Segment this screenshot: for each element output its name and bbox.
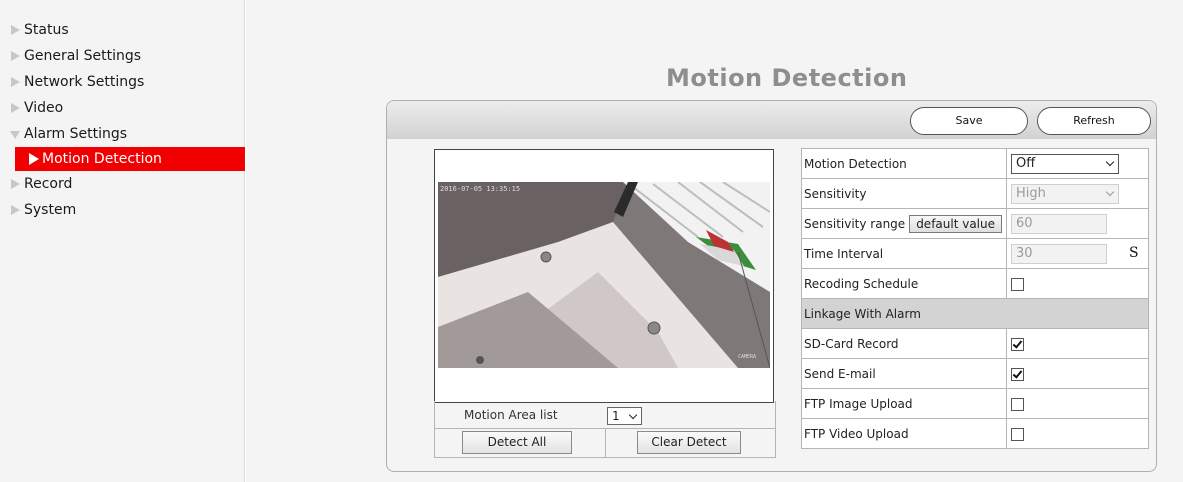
detect-all-button[interactable]: Detect All — [462, 431, 572, 454]
time-interval-unit: S — [1129, 244, 1139, 261]
table-row: Motion Detection Off — [801, 148, 1149, 179]
chevron-down-icon — [1105, 157, 1115, 166]
time-interval-label: Time Interval — [801, 238, 1007, 269]
sidebar-item-label: General Settings — [24, 48, 142, 64]
sidebar-item-label: Status — [24, 22, 69, 38]
chevron-right-icon — [11, 103, 20, 113]
sensitivity-range-value-cell: 60 — [1006, 208, 1149, 239]
table-row: SD-Card Record — [801, 328, 1149, 359]
table-row: Linkage With Alarm — [801, 298, 1149, 329]
table-row: Send E-mail — [801, 358, 1149, 389]
sidebar-item-video[interactable]: Video — [0, 95, 244, 121]
ftp-video-upload-cell — [1006, 418, 1149, 449]
svg-text:CAMERA: CAMERA — [738, 354, 756, 360]
sensitivity-label: Sensitivity — [801, 178, 1007, 209]
table-row: FTP Video Upload — [801, 418, 1149, 449]
sidebar-item-system[interactable]: System — [0, 197, 244, 223]
motion-area-select[interactable]: 1 — [607, 407, 642, 425]
refresh-button[interactable]: Refresh — [1037, 107, 1151, 135]
ftp-video-upload-label: FTP Video Upload — [801, 418, 1007, 449]
sensitivity-range-cell: Sensitivity range default value — [801, 208, 1007, 239]
clear-detect-button[interactable]: Clear Detect — [637, 431, 741, 454]
motion-detection-select[interactable]: Off — [1011, 153, 1119, 174]
time-interval-input: 30 — [1011, 243, 1107, 264]
sensitivity-cell: High — [1006, 178, 1149, 209]
send-email-checkbox[interactable] — [1011, 367, 1024, 381]
video-preview[interactable]: 2016-07-05 13:35:15 CAMERA — [434, 149, 774, 403]
table-row: Sensitivity range default value 60 — [801, 208, 1149, 239]
default-value-button[interactable]: default value — [909, 214, 1003, 233]
table-row: Time Interval 30 S — [801, 238, 1149, 269]
divider — [605, 428, 606, 457]
sd-card-record-cell — [1006, 328, 1149, 359]
sidebar-item-label: Motion Detection — [42, 151, 162, 167]
send-email-label: Send E-mail — [801, 358, 1007, 389]
chevron-right-icon — [11, 51, 20, 61]
sd-card-record-checkbox[interactable] — [1011, 337, 1024, 351]
recording-schedule-cell — [1006, 268, 1149, 299]
chevron-right-icon — [11, 77, 20, 87]
sidebar-item-label: Record — [24, 176, 73, 192]
page-title: Motion Detection — [666, 64, 908, 92]
sensitivity-range-input: 60 — [1011, 213, 1107, 234]
chevron-right-icon — [11, 205, 20, 215]
chevron-right-icon — [11, 179, 20, 189]
main-content: Motion Detection Save Refresh 2016-07-05… — [246, 0, 1183, 482]
sd-card-record-label: SD-Card Record — [801, 328, 1007, 359]
panel-toolbar: Save Refresh — [387, 101, 1156, 139]
sidebar-nav: Status General Settings Network Settings… — [0, 0, 245, 482]
sidebar-item-label: Alarm Settings — [24, 126, 128, 142]
sensitivity-select: High — [1011, 183, 1119, 204]
settings-table: Motion Detection Off Sensitivity High Se… — [801, 148, 1149, 449]
motion-area-label: Motion Area list — [464, 408, 558, 422]
sidebar-item-record[interactable]: Record — [0, 171, 244, 197]
svg-text:2016-07-05 13:35:15: 2016-07-05 13:35:15 — [440, 185, 520, 193]
sidebar-item-general-settings[interactable]: General Settings — [0, 43, 244, 69]
sidebar-item-status[interactable]: Status — [0, 17, 244, 43]
motion-detection-value: Off — [1016, 155, 1036, 171]
ftp-video-upload-checkbox[interactable] — [1011, 427, 1024, 441]
sidebar-item-label: Network Settings — [24, 74, 145, 90]
chevron-right-icon — [11, 25, 20, 35]
motion-detection-label: Motion Detection — [801, 148, 1007, 179]
motion-area-value: 1 — [612, 409, 620, 423]
send-email-cell — [1006, 358, 1149, 389]
sidebar-item-label: System — [24, 202, 77, 218]
save-button[interactable]: Save — [910, 107, 1028, 135]
chevron-down-icon — [10, 131, 20, 139]
chevron-down-icon — [628, 410, 638, 420]
sidebar-item-alarm-settings[interactable]: Alarm Settings — [0, 121, 244, 147]
linkage-section-header: Linkage With Alarm — [801, 298, 1149, 329]
play-arrow-icon — [29, 153, 39, 165]
sidebar-item-motion-detection[interactable]: Motion Detection — [15, 147, 245, 171]
recording-schedule-label: Recoding Schedule — [801, 268, 1007, 299]
motion-detection-panel: Save Refresh 2016-07-05 13:35:15 CAMERA … — [386, 100, 1157, 472]
sidebar-item-label: Video — [24, 100, 64, 116]
chevron-down-icon — [1105, 187, 1115, 196]
ftp-image-upload-label: FTP Image Upload — [801, 388, 1007, 419]
ftp-image-upload-cell — [1006, 388, 1149, 419]
camera-snapshot: 2016-07-05 13:35:15 CAMERA — [438, 182, 770, 368]
table-row: FTP Image Upload — [801, 388, 1149, 419]
ftp-image-upload-checkbox[interactable] — [1011, 397, 1024, 411]
sensitivity-range-label: Sensitivity range — [804, 216, 906, 231]
sensitivity-value: High — [1016, 185, 1046, 201]
recording-schedule-checkbox[interactable] — [1011, 277, 1024, 291]
motion-detection-cell: Off — [1006, 148, 1149, 179]
table-row: Recoding Schedule — [801, 268, 1149, 299]
time-interval-cell: 30 S — [1006, 238, 1149, 269]
sidebar-item-network-settings[interactable]: Network Settings — [0, 69, 244, 95]
table-row: Sensitivity High — [801, 178, 1149, 209]
